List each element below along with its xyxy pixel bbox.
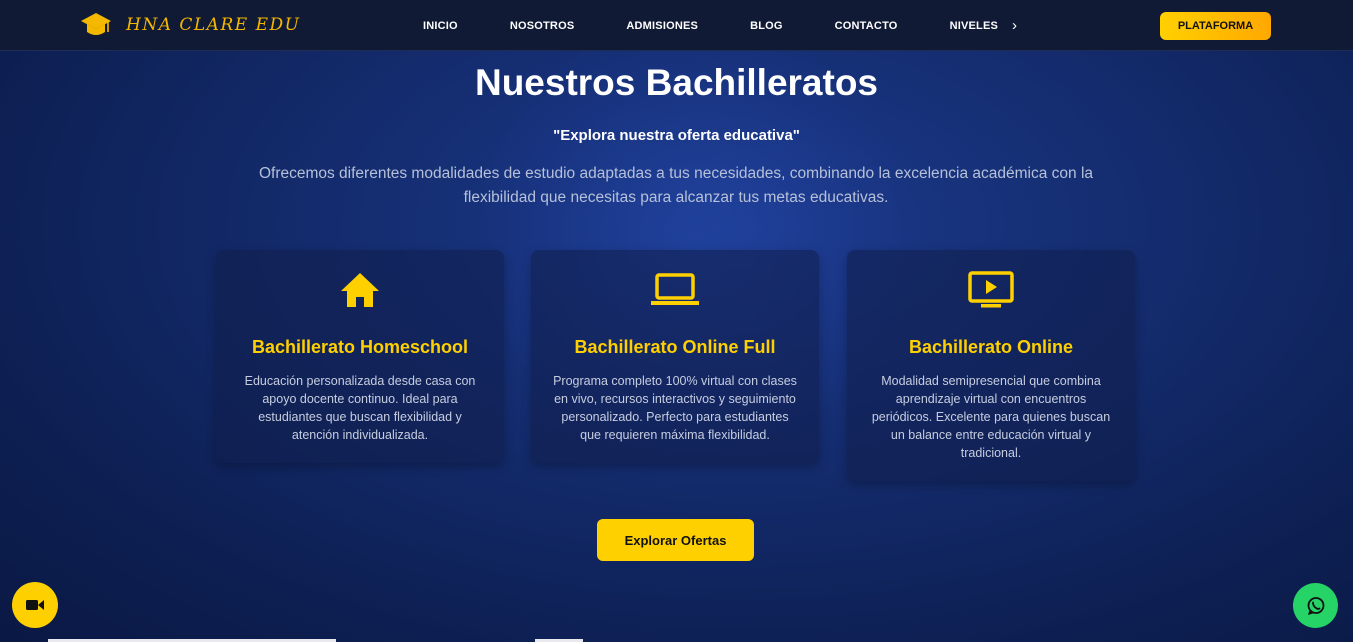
nav-item-contacto[interactable]: CONTACTO	[835, 20, 898, 32]
page-description: Ofrecemos diferentes modalidades de estu…	[258, 165, 1094, 206]
nav-item-nosotros[interactable]: NOSOTROS	[510, 20, 575, 32]
card-title: Bachillerato Online Full	[574, 337, 776, 357]
plataforma-button[interactable]: PLATAFORMA	[1160, 12, 1271, 40]
card-online: Bachillerato Online Modalidad semipresen…	[847, 250, 1135, 481]
card-homeschool: Bachillerato Homeschool Educación person…	[216, 250, 504, 463]
main-nav: INICIO NOSOTROS ADMISIONES BLOG CONTACTO…	[423, 0, 1017, 51]
logo[interactable]: HNA CLARE EDU	[80, 10, 300, 40]
navbar: HNA CLARE EDU INICIO NOSOTROS ADMISIONES…	[0, 0, 1353, 51]
chevron-right-icon: ›	[1012, 17, 1018, 34]
page-title: Nuestros Bachilleratos	[474, 62, 879, 103]
whatsapp-button[interactable]	[1293, 583, 1338, 628]
card-title: Bachillerato Online	[908, 337, 1074, 357]
nav-item-inicio[interactable]: INICIO	[423, 20, 458, 32]
graduation-cap-icon	[81, 13, 111, 35]
video-camera-icon	[26, 600, 44, 610]
video-play-icon	[968, 271, 1014, 308]
brand-name: HNA CLARE EDU	[126, 15, 301, 35]
explorar-ofertas-button[interactable]: Explorar Ofertas	[597, 519, 754, 561]
nav-item-niveles-label: NIVELES	[949, 19, 999, 32]
home-icon	[341, 273, 379, 307]
card-text: Modalidad semipresencial que combina apr…	[871, 374, 1111, 460]
nav-item-blog[interactable]: BLOG	[750, 20, 783, 32]
nav-item-niveles[interactable]: NIVELES ›	[950, 17, 1018, 34]
laptop-icon	[651, 273, 699, 305]
card-online-full: Bachillerato Online Full Programa comple…	[531, 250, 819, 463]
card-text: Educación personalizada desde casa con a…	[244, 374, 476, 442]
card-title: Bachillerato Homeschool	[251, 337, 469, 357]
page-subtitle: "Explora nuestra oferta educativa"	[553, 127, 800, 144]
whatsapp-icon	[1307, 596, 1324, 615]
nav-item-admisiones[interactable]: ADMISIONES	[626, 20, 698, 32]
video-call-button[interactable]	[12, 582, 58, 628]
card-text: Programa completo 100% virtual con clase…	[553, 374, 797, 442]
